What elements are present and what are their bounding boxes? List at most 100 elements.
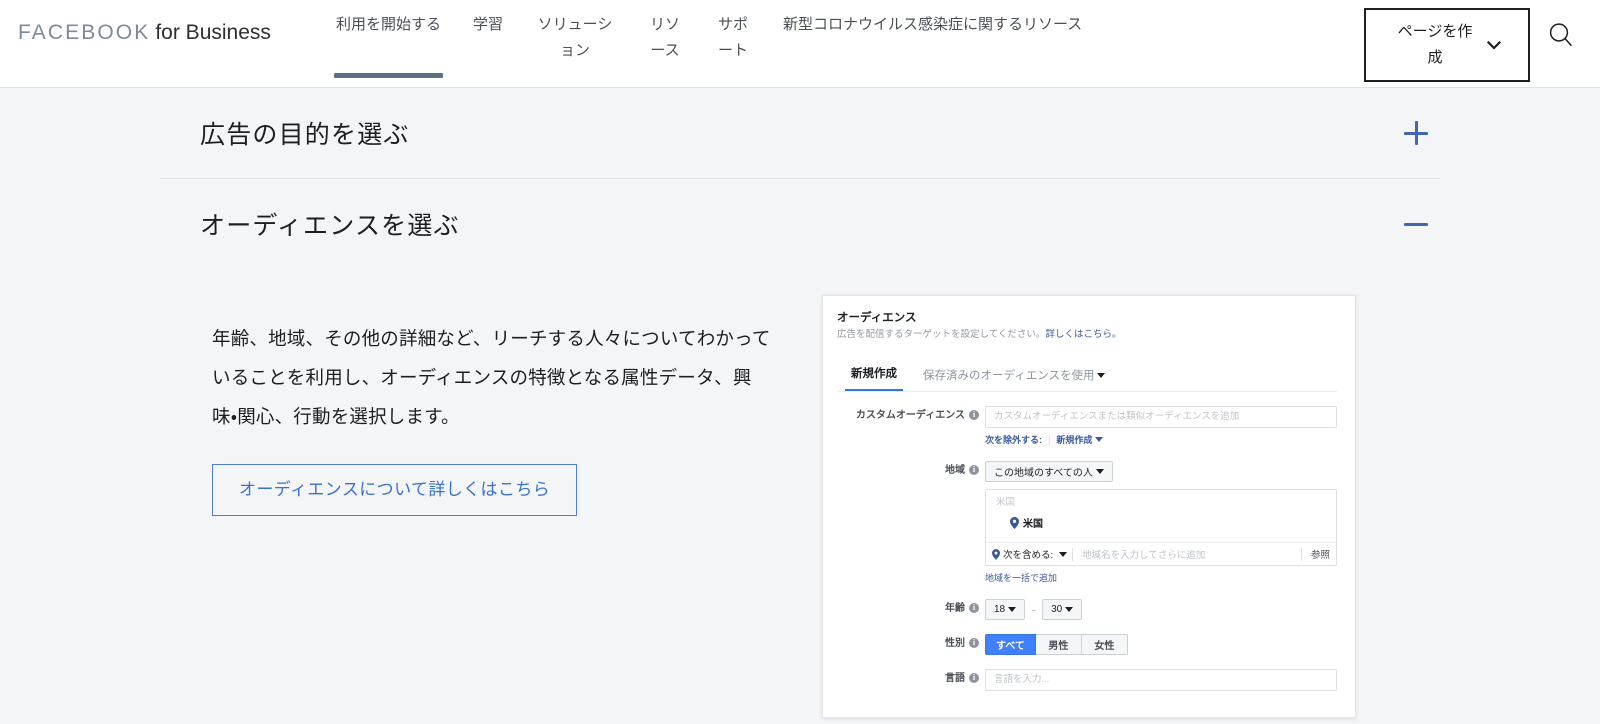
- exclude-action-label: 新規作成: [1056, 435, 1093, 445]
- mockup-title: オーディエンス: [837, 312, 917, 324]
- exclude-row: 次を除外する: | 新規作成: [985, 433, 1337, 447]
- gender-label: 性別 i: [837, 634, 985, 654]
- geo-include-select[interactable]: 次を含める:: [992, 547, 1068, 561]
- age-min-select[interactable]: 18: [985, 599, 1026, 620]
- custom-audience-label: カスタムオーディエンス i: [837, 406, 985, 426]
- field-label-text: 地域: [945, 465, 965, 476]
- language-input[interactable]: 言語を入力...: [985, 669, 1337, 691]
- accordion-title: オーディエンスを選ぶ: [200, 212, 460, 240]
- language-label: 言語 i: [837, 669, 985, 689]
- age-min-value: 18: [994, 604, 1006, 615]
- info-icon[interactable]: i: [969, 603, 979, 613]
- field-row-custom-audience: カスタムオーディエンス i カスタムオーディエンスまたは類似オーディエンスを追加 …: [837, 406, 1337, 447]
- exclude-label: 次を除外する:: [985, 435, 1042, 445]
- caret-down-icon: [1095, 437, 1104, 442]
- tab-create-new[interactable]: 新規作成: [845, 366, 903, 391]
- region-control: この地域のすべての人 米国 米国 次を含める: 地域名を入力してさらに追加 参照…: [985, 461, 1337, 585]
- age-max-value: 30: [1051, 604, 1063, 615]
- nav-item-solutions[interactable]: ソリューション: [519, 0, 631, 88]
- facebook-for-business-logo[interactable]: FACEBOOK for Business: [18, 20, 271, 46]
- gender-toggle-group: すべて 男性 女性: [985, 634, 1337, 655]
- accordion-body-choose-audience: 年齢、地域、その他の詳細など、リーチする人々についてわかっていることを利用し、オ…: [160, 269, 1440, 718]
- create-page-label: ページを作成: [1397, 23, 1473, 66]
- nav-item-label: 新型コロナウイルス感染症に関するリソース: [783, 16, 1083, 33]
- age-max-select[interactable]: 30: [1042, 599, 1083, 620]
- geo-selected-location: 米国: [996, 515, 1326, 530]
- search-icon: [1549, 23, 1572, 46]
- nav-item-label: 利用を開始する: [336, 16, 442, 33]
- age-control: 18 - 30: [985, 599, 1337, 620]
- geo-input-footer: 次を含める: 地域名を入力してさらに追加 参照: [986, 542, 1336, 565]
- logo-subtitle: for Business: [155, 21, 271, 44]
- map-pin-icon: [992, 548, 1000, 560]
- accordion-header-ad-objective[interactable]: 広告の目的を選ぶ: [160, 88, 1440, 178]
- map-pin-icon: [1010, 516, 1019, 529]
- nav-item-get-started[interactable]: 利用を開始する: [320, 0, 457, 88]
- divider: [1300, 547, 1302, 561]
- section-description: 年齢、地域、その他の詳細など、リーチする人々についてわかっていることを利用し、オ…: [212, 328, 771, 427]
- geo-selector-box: 米国 米国 次を含める: 地域名を入力してさらに追加 参照: [985, 489, 1337, 566]
- tab-use-saved-audience[interactable]: 保存済みのオーディエンスを使用: [917, 368, 1111, 391]
- geo-browse-button[interactable]: 参照: [1307, 547, 1330, 561]
- search-button[interactable]: [1540, 14, 1582, 56]
- field-label-text: 性別: [945, 638, 965, 649]
- field-label-text: 言語: [945, 673, 965, 684]
- caret-down-icon: [1008, 607, 1017, 612]
- mockup-subtitle: 広告を配信するターゲットを設定してください。詳しくはこちら。: [837, 327, 1337, 342]
- gender-option-female[interactable]: 女性: [1081, 634, 1128, 655]
- accordion-title: 広告の目的を選ぶ: [200, 121, 410, 149]
- geo-map[interactable]: 米国 米国: [986, 490, 1336, 542]
- main-content: 広告の目的を選ぶ オーディエンスを選ぶ 年齢、地域、その他の詳細など、リーチする…: [0, 88, 1600, 724]
- geo-map-label: 米国: [996, 497, 1016, 508]
- gender-option-male[interactable]: 男性: [1035, 634, 1082, 655]
- info-icon[interactable]: i: [969, 638, 979, 648]
- tab-label: 保存済みのオーディエンスを使用: [923, 370, 1095, 382]
- plus-icon[interactable]: [1396, 113, 1436, 153]
- mockup-subtitle-link[interactable]: 詳しくはこちら。: [1045, 329, 1121, 340]
- bulk-add-regions-link[interactable]: 地域を一括で追加: [985, 571, 1337, 585]
- create-page-button[interactable]: ページを作成: [1364, 8, 1530, 82]
- nav-item-support[interactable]: サポート: [699, 0, 767, 88]
- nav-item-label: ソリューション: [537, 16, 613, 59]
- mockup-column: オーディエンス 広告を配信するターゲットを設定してください。詳しくはこちら。 新…: [800, 295, 1440, 718]
- caret-down-icon: [1097, 373, 1106, 378]
- caret-down-icon: [1059, 551, 1068, 557]
- gender-control: すべて 男性 女性: [985, 634, 1337, 655]
- age-range-group: 18 - 30: [985, 599, 1337, 620]
- geo-include-label: 次を含める:: [1003, 550, 1054, 561]
- geo-typeahead-input[interactable]: 地域名を入力してさらに追加: [1078, 547, 1296, 561]
- learn-more-audience-button[interactable]: オーディエンスについて詳しくはこちら: [212, 464, 578, 516]
- audience-settings-card: オーディエンス 広告を配信するターゲットを設定してください。詳しくはこちら。 新…: [822, 295, 1356, 718]
- field-row-age: 年齢 i 18 - 30: [837, 599, 1337, 620]
- copy-column: 年齢、地域、その他の詳細など、リーチする人々についてわかっていることを利用し、オ…: [160, 295, 800, 718]
- mockup-subtitle-text: 広告を配信するターゲットを設定してください。: [837, 329, 1046, 340]
- site-header: FACEBOOK for Business 利用を開始する 学習 ソリューション …: [0, 0, 1600, 88]
- accordion-header-choose-audience[interactable]: オーディエンスを選ぶ: [160, 179, 1440, 269]
- field-label-text: カスタムオーディエンス: [855, 410, 965, 421]
- field-label-text: 年齢: [945, 603, 965, 614]
- content-container: 広告の目的を選ぶ オーディエンスを選ぶ 年齢、地域、その他の詳細など、リーチする…: [160, 88, 1440, 718]
- nav-item-label: 学習: [473, 16, 504, 33]
- age-label: 年齢 i: [837, 599, 985, 619]
- nav-item-label: サポート: [718, 16, 749, 59]
- chevron-down-icon: [1486, 40, 1502, 50]
- mockup-tabs: 新規作成 保存済みのオーディエンスを使用: [837, 366, 1337, 392]
- region-scope-select[interactable]: この地域のすべての人: [985, 461, 1113, 482]
- minus-icon[interactable]: [1396, 204, 1436, 244]
- field-row-region: 地域 i この地域のすべての人 米国 米国 次を含める: 地域名を入力してさらに…: [837, 461, 1337, 585]
- info-icon[interactable]: i: [969, 465, 979, 475]
- gender-option-all[interactable]: すべて: [985, 634, 1036, 655]
- field-row-gender: 性別 i すべて 男性 女性: [837, 634, 1337, 655]
- custom-audience-input[interactable]: カスタムオーディエンスまたは類似オーディエンスを追加: [985, 406, 1337, 428]
- region-scope-value: この地域のすべての人: [994, 468, 1093, 479]
- divider: [1072, 547, 1074, 561]
- geo-location-name: 米国: [1023, 519, 1043, 530]
- nav-item-learn[interactable]: 学習: [457, 0, 519, 88]
- nav-item-resources[interactable]: リソース: [631, 0, 699, 88]
- exclude-separator: |: [1048, 435, 1051, 445]
- nav-item-covid-resources[interactable]: 新型コロナウイルス感染症に関するリソース: [767, 0, 1098, 88]
- info-icon[interactable]: i: [969, 673, 979, 683]
- caret-down-icon: [1095, 469, 1104, 474]
- exclude-create-new-link[interactable]: 新規作成: [1056, 433, 1104, 447]
- info-icon[interactable]: i: [969, 410, 979, 420]
